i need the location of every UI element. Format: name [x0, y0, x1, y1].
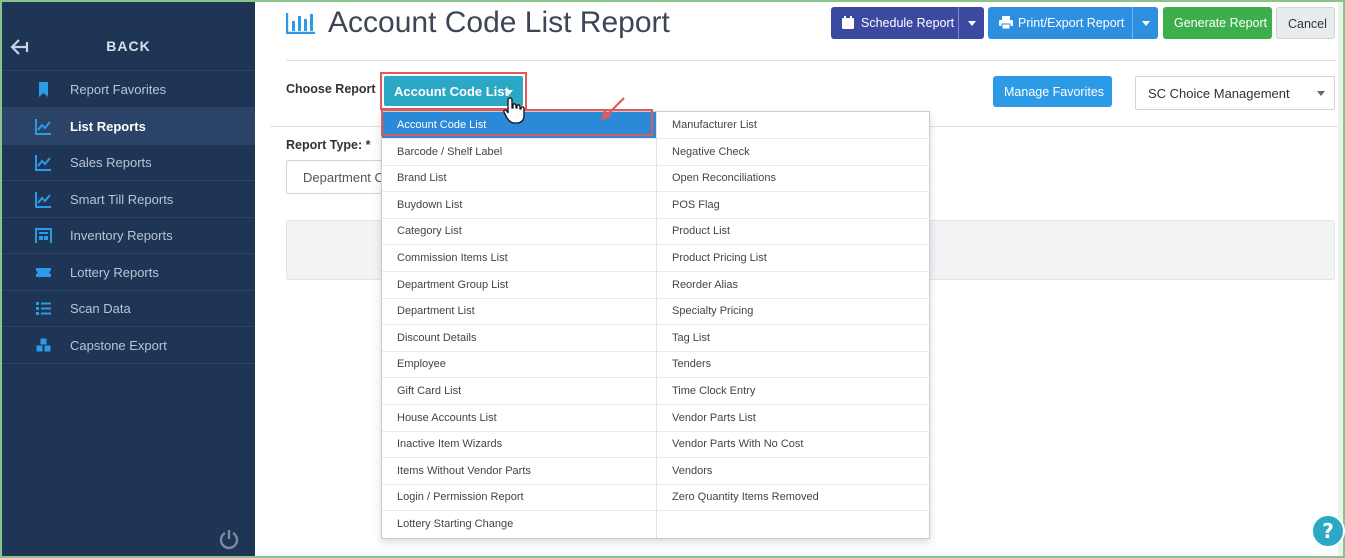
chevron-down-icon — [1317, 91, 1325, 96]
sidebar-item-label: Report Favorites — [70, 82, 167, 97]
manage-favorites-button[interactable]: Manage Favorites — [993, 76, 1112, 107]
menu-item[interactable]: Employee — [382, 351, 656, 379]
store-select[interactable]: SC Choice Management — [1135, 76, 1335, 110]
warehouse-icon — [35, 228, 52, 243]
calendar-icon — [842, 16, 854, 29]
menu-item[interactable]: Vendor Parts List — [657, 405, 931, 432]
menu-item[interactable]: Tenders — [657, 351, 931, 379]
back-button[interactable]: BACK — [2, 24, 255, 71]
menu-item[interactable]: Gift Card List — [382, 378, 656, 405]
report-type-value: Department C — [303, 170, 384, 185]
power-icon[interactable] — [218, 528, 240, 550]
sidebar-item-label: Inventory Reports — [70, 228, 173, 243]
chevron-down-icon — [505, 90, 513, 95]
schedule-report-button[interactable]: Schedule Report — [831, 7, 984, 39]
report-dropdown-menu: Account Code List Barcode / Shelf Label … — [381, 111, 931, 539]
choose-report-value: Account Code List — [394, 84, 509, 99]
sidebar-item-label: Scan Data — [70, 301, 131, 316]
generate-report-button[interactable]: Generate Report — [1163, 7, 1272, 39]
sidebar: BACK Report Favorites List Reports Sales… — [2, 2, 255, 556]
menu-item[interactable]: Tag List — [657, 325, 931, 352]
bookmark-icon — [39, 82, 48, 97]
print-export-button[interactable]: Print/Export Report — [988, 7, 1158, 39]
cubes-icon — [35, 337, 52, 353]
menu-item[interactable]: Zero Quantity Items Removed — [657, 484, 931, 512]
menu-column-left: Account Code List Barcode / Shelf Label … — [382, 112, 656, 538]
back-label: BACK — [106, 38, 151, 54]
sidebar-item-scan-data[interactable]: Scan Data — [2, 290, 255, 327]
menu-item[interactable]: Buydown List — [382, 192, 656, 219]
menu-column-right: Manufacturer List Negative Check Open Re… — [656, 112, 931, 538]
sidebar-item-capstone-export[interactable]: Capstone Export — [2, 327, 255, 364]
ticket-icon — [36, 268, 51, 277]
menu-item[interactable]: Manufacturer List — [657, 112, 931, 139]
chart-line-icon — [35, 192, 51, 208]
menu-item[interactable]: Time Clock Entry — [657, 378, 931, 405]
schedule-report-dropdown-toggle[interactable] — [958, 7, 984, 39]
sidebar-item-label: List Reports — [70, 119, 146, 134]
list-icon — [36, 302, 51, 315]
menu-item-empty — [657, 511, 931, 538]
generate-report-label: Generate Report — [1174, 16, 1268, 30]
sidebar-item-sales-reports[interactable]: Sales Reports — [2, 144, 255, 181]
menu-item[interactable]: Items Without Vendor Parts — [382, 458, 656, 485]
print-export-dropdown-toggle[interactable] — [1132, 7, 1158, 39]
hand-pointer-icon — [503, 97, 525, 124]
menu-item[interactable]: Vendors — [657, 458, 931, 485]
annotation-arrow-icon — [601, 97, 625, 121]
menu-item[interactable]: Lottery Starting Change — [382, 511, 656, 538]
report-type-select[interactable]: Department C — [286, 160, 396, 194]
report-type-label: Report Type: * — [286, 138, 371, 152]
menu-item[interactable]: Barcode / Shelf Label — [382, 139, 656, 166]
sidebar-item-smart-till-reports[interactable]: Smart Till Reports — [2, 181, 255, 218]
schedule-report-label: Schedule Report — [861, 16, 955, 30]
menu-item[interactable]: Inactive Item Wizards — [382, 431, 656, 459]
menu-item[interactable]: Open Reconciliations — [657, 165, 931, 193]
bar-chart-icon — [286, 13, 315, 34]
menu-item[interactable]: Negative Check — [657, 139, 931, 166]
menu-item[interactable]: Department List — [382, 298, 656, 326]
sidebar-item-lottery-reports[interactable]: Lottery Reports — [2, 254, 255, 291]
menu-item[interactable]: Reorder Alias — [657, 272, 931, 299]
help-icon[interactable]: ? — [1311, 514, 1345, 548]
menu-item[interactable]: Brand List — [382, 165, 656, 193]
chart-line-icon — [35, 155, 51, 171]
page-title: Account Code List Report — [328, 6, 670, 39]
menu-item[interactable]: House Accounts List — [382, 405, 656, 432]
svg-text:?: ? — [1322, 519, 1334, 543]
menu-item[interactable]: Vendor Parts With No Cost — [657, 431, 931, 459]
menu-item[interactable]: Product List — [657, 218, 931, 246]
sidebar-item-label: Smart Till Reports — [70, 192, 174, 207]
menu-item[interactable]: Category List — [382, 218, 656, 246]
header-divider — [286, 60, 1336, 61]
menu-item[interactable]: Department Group List — [382, 272, 656, 299]
print-export-label: Print/Export Report — [1018, 16, 1125, 30]
cancel-button[interactable]: Cancel — [1276, 7, 1335, 39]
choose-report-label: Choose Report — [286, 82, 376, 96]
menu-item[interactable]: POS Flag — [657, 192, 931, 219]
sidebar-item-report-favorites[interactable]: Report Favorites — [2, 71, 255, 108]
menu-item[interactable]: Login / Permission Report — [382, 484, 656, 512]
menu-item[interactable]: Specialty Pricing — [657, 298, 931, 326]
chart-line-icon — [35, 119, 51, 135]
sidebar-item-label: Lottery Reports — [70, 265, 159, 280]
sidebar-item-inventory-reports[interactable]: Inventory Reports — [2, 217, 255, 254]
menu-item[interactable]: Discount Details — [382, 325, 656, 352]
sidebar-item-label: Capstone Export — [70, 338, 167, 353]
manage-favorites-label: Manage Favorites — [1004, 85, 1105, 99]
menu-item[interactable]: Commission Items List — [382, 245, 656, 272]
scrollbar[interactable] — [1338, 2, 1343, 556]
sidebar-item-list-reports[interactable]: List Reports — [2, 108, 255, 145]
menu-item[interactable]: Product Pricing List — [657, 245, 931, 272]
cancel-label: Cancel — [1288, 17, 1327, 31]
store-select-value: SC Choice Management — [1148, 86, 1290, 101]
sidebar-item-label: Sales Reports — [70, 155, 152, 170]
print-icon — [999, 16, 1013, 29]
